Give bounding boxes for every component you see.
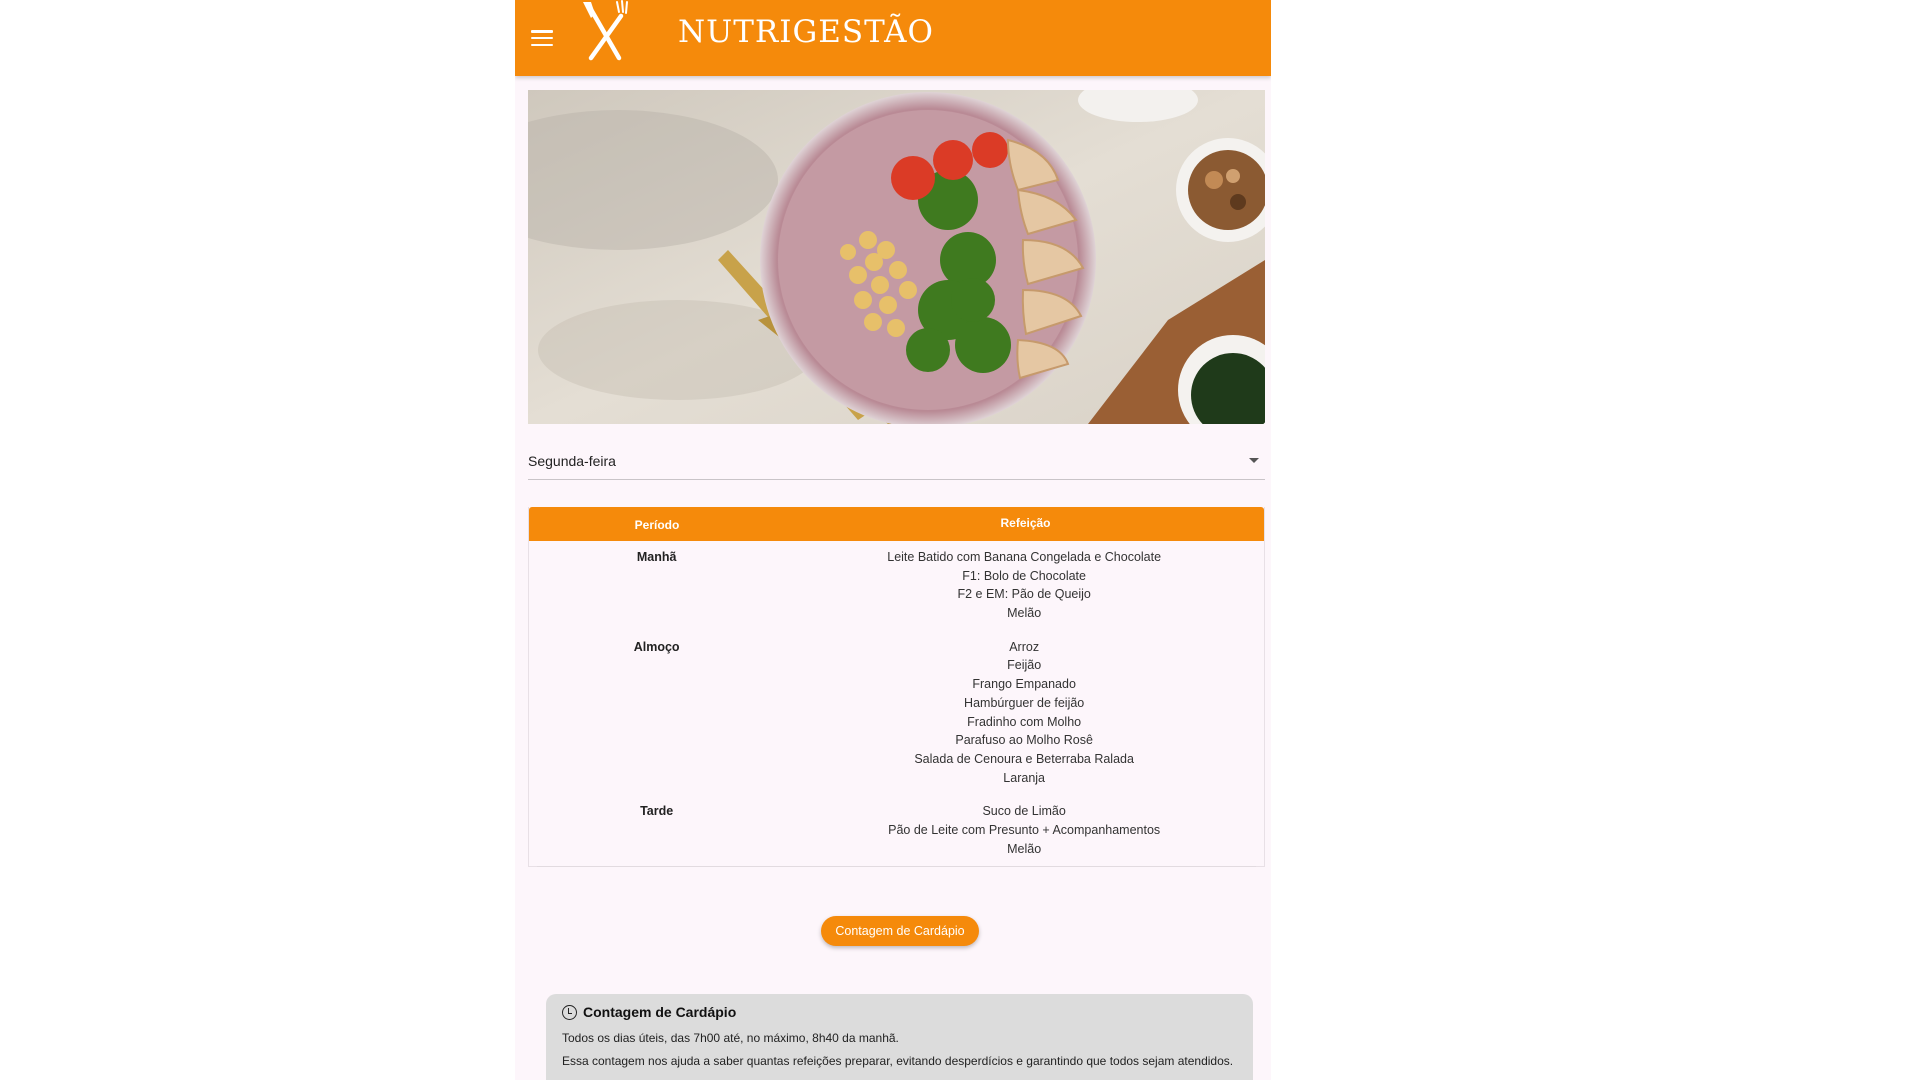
meal-item: Laranja <box>1003 770 1045 785</box>
day-select-value: Segunda-feira <box>528 452 616 469</box>
meal-item: F1: Bolo de Chocolate <box>962 568 1086 583</box>
meal-item: Fradinho com Molho <box>967 714 1082 729</box>
meal-item: Melão <box>1007 606 1042 621</box>
meal-cell: Leite Batido com Banana Congelada e Choc… <box>784 548 1264 623</box>
meal-cell: Arroz Feijão Frango Empanado Hambúrguer … <box>784 638 1264 788</box>
period-cell: Almoço <box>633 639 680 654</box>
dropdown-caret-icon <box>1249 458 1259 463</box>
meal-item: Arroz <box>1009 639 1040 654</box>
meal-item: Hambúrguer de feijão <box>964 695 1085 710</box>
meal-item: F2 e EM: Pão de Queijo <box>957 587 1091 602</box>
menu-count-button[interactable]: Contagem de Cardápio <box>821 916 979 946</box>
table-row: Tarde Suco de Limão Pão de Leite com Pre… <box>529 802 1264 858</box>
meal-cell: Suco de Limão Pão de Leite com Presunto … <box>784 802 1264 858</box>
table-row: Manhã Leite Batido com Banana Congelada … <box>529 548 1264 623</box>
menu-table: Período Refeição Manhã Leite Batido com … <box>528 507 1265 867</box>
app-title: NUTRIGESTÃO <box>678 14 934 50</box>
app-container: NUTRIGESTÃO Segunda-feira Período Refeiç… <box>515 0 1271 1080</box>
hamburger-menu-icon[interactable] <box>531 30 553 46</box>
meal-item: Leite Batido com Banana Congelada e Choc… <box>887 550 1162 564</box>
meal-item: Feijão <box>1007 658 1042 673</box>
column-header-meal: Refeição <box>1000 516 1051 530</box>
period-cell: Tarde <box>640 804 674 819</box>
info-card-title-text: Contagem de Cardápio <box>583 1004 737 1020</box>
info-card: Contagem de Cardápio Todos os dias úteis… <box>546 994 1253 1080</box>
day-select[interactable]: Segunda-feira <box>528 448 1265 480</box>
meal-item: Parafuso ao Molho Rosê <box>955 733 1093 748</box>
clock-icon <box>562 1004 577 1020</box>
app-bar: NUTRIGESTÃO <box>515 0 1271 76</box>
meal-item: Frango Empanado <box>972 677 1076 692</box>
meal-item: Pão de Leite com Presunto + Acompanhamen… <box>888 822 1161 837</box>
table-row: Almoço Arroz Feijão Frango Empanado Hamb… <box>529 638 1264 788</box>
table-divider <box>537 866 1256 867</box>
info-card-schedule: Todos os dias úteis, das 7h00 até, no má… <box>562 1031 899 1045</box>
hero-image <box>528 90 1265 424</box>
food-plate-illustration <box>528 90 1265 424</box>
info-card-title: Contagem de Cardápio <box>562 1004 1237 1020</box>
column-header-period: Período <box>634 518 680 532</box>
info-card-description: Essa contagem nos ajuda a saber quantas … <box>562 1054 1234 1068</box>
meal-item: Salada de Cenoura e Beterraba Ralada <box>914 751 1134 766</box>
fork-knife-icon <box>583 0 628 61</box>
table-header: Período Refeição <box>529 507 1264 541</box>
period-cell: Manhã <box>636 550 677 564</box>
meal-item: Melão <box>1007 841 1042 856</box>
meal-item: Suco de Limão <box>982 804 1066 819</box>
